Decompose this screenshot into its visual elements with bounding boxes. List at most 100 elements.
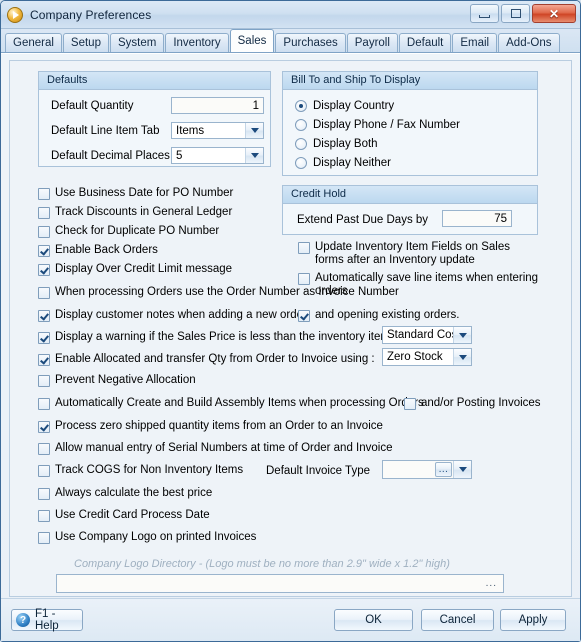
help-button-label: F1 - Help	[35, 608, 59, 632]
checkbox-display-sales-price-warning[interactable]: Display a warning if the Sales Price is …	[38, 331, 396, 344]
checkbox-opening-existing-orders-label: and opening existing orders.	[315, 309, 460, 321]
checkbox-icon	[38, 287, 50, 299]
checkbox-always-calculate-best-price[interactable]: Always calculate the best price	[38, 487, 212, 500]
checkbox-use-business-date-po[interactable]: Use Business Date for PO Number	[38, 187, 233, 200]
checkbox-update-inventory-item-fields[interactable]: Update Inventory Item Fields on Sales fo…	[298, 241, 536, 267]
close-button[interactable]: ✕	[532, 4, 576, 23]
credit-hold-title: Credit Hold	[283, 186, 537, 204]
tab-setup[interactable]: Setup	[62, 33, 109, 52]
apply-button[interactable]: Apply	[500, 609, 566, 631]
radio-display-both-label: Display Both	[313, 138, 378, 150]
checkbox-enable-allocated-transfer-qty[interactable]: Enable Allocated and transfer Qty from O…	[38, 353, 375, 366]
checkbox-process-zero-shipped-qty[interactable]: Process zero shipped quantity items from…	[38, 420, 383, 433]
default-decimal-places-value: 5	[176, 149, 183, 162]
radio-display-phone-fax[interactable]: Display Phone / Fax Number	[295, 119, 460, 131]
play-circle-icon	[7, 6, 23, 23]
tab-email[interactable]: Email	[452, 33, 498, 52]
checkbox-check-duplicate-po[interactable]: Check for Duplicate PO Number	[38, 225, 219, 238]
default-quantity-input[interactable]: 1	[171, 97, 264, 114]
checkbox-always-calculate-best-price-label: Always calculate the best price	[55, 487, 213, 499]
tab-add-ons[interactable]: Add-Ons	[498, 33, 560, 52]
browse-ellipsis-icon[interactable]: ...	[486, 578, 497, 588]
company-logo-directory-input[interactable]: ...	[56, 574, 504, 593]
default-decimal-places-label: Default Decimal Places	[51, 150, 170, 162]
checkbox-prevent-negative-allocation-label: Prevent Negative Allocation	[55, 374, 196, 386]
checkbox-icon	[298, 310, 310, 322]
checkbox-track-discounts-gl[interactable]: Track Discounts in General Ledger	[38, 206, 232, 219]
checkbox-icon	[38, 188, 50, 200]
checkbox-icon	[38, 398, 50, 410]
tab-sales[interactable]: Sales	[229, 29, 275, 52]
checkbox-icon	[38, 226, 50, 238]
chevron-down-icon[interactable]	[453, 349, 471, 365]
checkbox-display-over-credit-limit[interactable]: Display Over Credit Limit message	[38, 263, 232, 276]
title-bar: Company Preferences ✕	[1, 1, 580, 29]
checkbox-icon	[298, 242, 310, 254]
checkbox-use-company-logo[interactable]: Use Company Logo on printed Invoices	[38, 531, 256, 544]
checkbox-enable-back-orders[interactable]: Enable Back Orders	[38, 244, 158, 257]
checkbox-order-number-as-invoice-number[interactable]: When processing Orders use the Order Num…	[38, 286, 399, 299]
help-button[interactable]: ? F1 - Help	[11, 608, 83, 632]
default-invoice-type-label: Default Invoice Type	[266, 465, 370, 477]
checkbox-icon	[38, 510, 50, 522]
checkbox-display-sales-price-warning-label: Display a warning if the Sales Price is …	[55, 331, 396, 343]
help-icon: ?	[16, 613, 30, 627]
radio-icon	[295, 138, 307, 150]
cancel-button[interactable]: Cancel	[421, 609, 494, 631]
radio-icon	[295, 157, 307, 169]
defaults-group: Defaults Default Quantity 1 Default Line…	[38, 71, 271, 167]
tab-general[interactable]: General	[5, 33, 62, 52]
sales-price-basis-select[interactable]: Standard Cost	[382, 326, 472, 344]
browse-ellipsis-icon[interactable]: …	[435, 462, 452, 477]
checkbox-icon	[38, 421, 50, 433]
tab-purchases[interactable]: Purchases	[275, 33, 346, 52]
checkbox-allow-manual-serial-numbers[interactable]: Allow manual entry of Serial Numbers at …	[38, 442, 392, 455]
credit-hold-group: Credit Hold Extend Past Due Days by 75	[282, 185, 538, 235]
checkbox-track-cogs-non-inventory[interactable]: Track COGS for Non Inventory Items	[38, 464, 243, 477]
checkbox-allow-manual-serial-numbers-label: Allow manual entry of Serial Numbers at …	[55, 442, 393, 454]
radio-display-country-label: Display Country	[313, 100, 395, 112]
tab-default[interactable]: Default	[398, 33, 452, 52]
tab-system[interactable]: System	[109, 33, 165, 52]
sales-tab-panel: Defaults Default Quantity 1 Default Line…	[1, 53, 580, 641]
restore-button[interactable]	[501, 4, 530, 23]
checkbox-display-over-credit-limit-label: Display Over Credit Limit message	[55, 263, 233, 275]
checkbox-use-credit-card-process-date[interactable]: Use Credit Card Process Date	[38, 509, 210, 522]
checkbox-track-discounts-gl-label: Track Discounts in General Ledger	[55, 206, 233, 218]
allocation-basis-select[interactable]: Zero Stock	[382, 348, 472, 366]
default-invoice-type-select[interactable]: …	[382, 460, 472, 479]
checkbox-auto-create-build-assembly[interactable]: Automatically Create and Build Assembly …	[38, 397, 424, 410]
chevron-down-icon[interactable]	[245, 148, 263, 163]
chevron-down-icon[interactable]	[453, 461, 471, 478]
checkbox-icon	[404, 398, 416, 410]
tab-payroll[interactable]: Payroll	[346, 33, 398, 52]
checkbox-use-business-date-po-label: Use Business Date for PO Number	[55, 187, 234, 199]
checkbox-prevent-negative-allocation[interactable]: Prevent Negative Allocation	[38, 374, 196, 387]
radio-display-neither[interactable]: Display Neither	[295, 157, 391, 169]
extend-past-due-label: Extend Past Due Days by	[297, 214, 429, 226]
checkbox-auto-create-build-assembly-label: Automatically Create and Build Assembly …	[55, 397, 424, 409]
chevron-down-icon[interactable]	[245, 123, 263, 138]
radio-display-both[interactable]: Display Both	[295, 138, 378, 150]
chevron-down-icon[interactable]	[453, 327, 471, 343]
radio-display-country[interactable]: Display Country	[295, 100, 394, 112]
checkbox-order-number-as-invoice-number-label: When processing Orders use the Order Num…	[55, 286, 399, 298]
radio-display-phone-fax-label: Display Phone / Fax Number	[313, 119, 461, 131]
default-line-item-tab-select[interactable]: Items	[171, 122, 264, 139]
company-preferences-window: Company Preferences ✕ General Setup Syst…	[0, 0, 581, 642]
ok-button[interactable]: OK	[334, 609, 413, 631]
checkbox-posting-invoices[interactable]: and/or Posting Invoices	[404, 397, 541, 410]
checkbox-use-company-logo-label: Use Company Logo on printed Invoices	[55, 531, 257, 543]
default-quantity-label: Default Quantity	[51, 100, 134, 112]
minimize-button[interactable]	[470, 4, 499, 23]
tab-inventory[interactable]: Inventory	[165, 33, 229, 52]
extend-past-due-input[interactable]: 75	[442, 210, 512, 227]
checkbox-opening-existing-orders[interactable]: and opening existing orders.	[298, 309, 460, 322]
checkbox-update-inventory-item-fields-label: Update Inventory Item Fields on Sales fo…	[315, 241, 510, 266]
default-decimal-places-select[interactable]: 5	[171, 147, 264, 164]
checkbox-icon	[38, 465, 50, 477]
restore-icon	[510, 9, 521, 18]
checkbox-icon	[38, 488, 50, 500]
checkbox-icon	[38, 532, 50, 544]
checkbox-display-customer-notes[interactable]: Display customer notes when adding a new…	[38, 309, 307, 322]
